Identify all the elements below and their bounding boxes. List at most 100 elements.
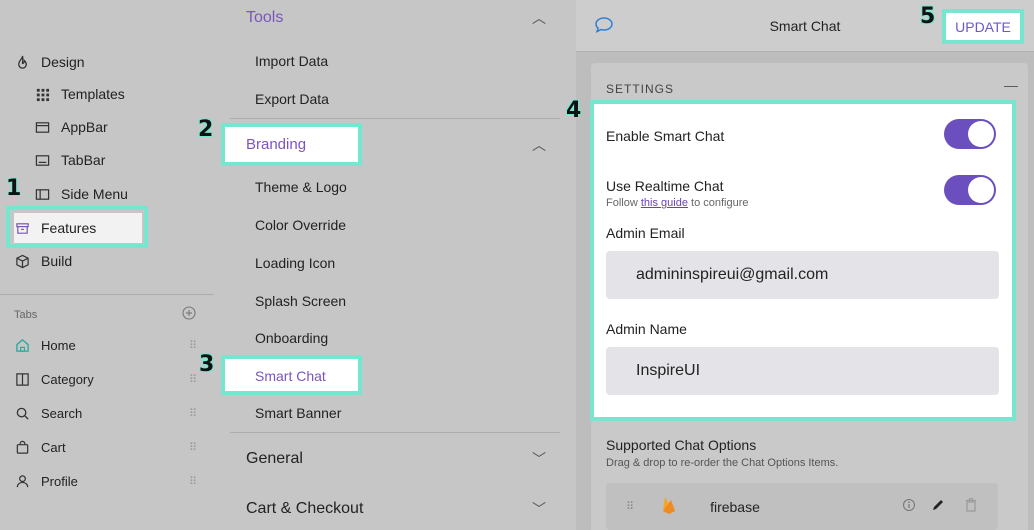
- section-cart-checkout[interactable]: Cart & Checkout ﹀: [246, 498, 546, 520]
- add-tab-icon[interactable]: [182, 306, 196, 323]
- nav-label: AppBar: [61, 119, 108, 135]
- chevron-up-icon[interactable]: ︿: [532, 135, 546, 155]
- section-title: Cart & Checkout: [246, 500, 364, 517]
- chat-option-label: firebase: [710, 498, 760, 515]
- drag-handle-icon[interactable]: ⠿: [626, 500, 634, 513]
- info-icon[interactable]: [902, 498, 916, 515]
- nav-item-templates[interactable]: Templates: [34, 79, 125, 109]
- menu-item-theme-logo[interactable]: Theme & Logo: [255, 179, 347, 195]
- drag-handle-icon[interactable]: ⠿: [189, 475, 197, 488]
- appbar-icon: [34, 119, 50, 135]
- divider: [0, 294, 214, 295]
- use-realtime-chat-label: Use Realtime Chat: [606, 178, 724, 194]
- menu-item-import-data[interactable]: Import Data: [255, 53, 328, 69]
- guide-link[interactable]: this guide: [641, 197, 688, 209]
- realtime-chat-hint: Follow this guide to configure: [606, 197, 749, 209]
- callout-number-5: 5: [920, 4, 936, 29]
- menu-item-export-data[interactable]: Export Data: [255, 91, 329, 107]
- firebase-icon: [662, 496, 676, 517]
- smart-chat-settings-box: Enable Smart Chat Use Realtime Chat Foll…: [590, 100, 1016, 421]
- hint-prefix: Follow: [606, 197, 638, 209]
- section-general[interactable]: General ﹀: [246, 448, 546, 470]
- supported-chat-options-hint: Drag & drop to re-order the Chat Options…: [606, 457, 839, 469]
- admin-email-label: Admin Email: [606, 225, 685, 241]
- flame-icon: [14, 54, 30, 70]
- section-title: General: [246, 450, 303, 467]
- callout-highlight-smart-chat: Smart Chat: [221, 355, 362, 395]
- enable-smart-chat-toggle[interactable]: [944, 119, 996, 149]
- category-icon: [14, 371, 30, 387]
- admin-name-label: Admin Name: [606, 321, 687, 337]
- section-title: Tools: [246, 9, 284, 26]
- nav-label: Templates: [61, 86, 125, 102]
- toggle-knob: [968, 121, 994, 147]
- drag-handle-icon[interactable]: ⠿: [189, 339, 197, 352]
- collapse-icon[interactable]: —: [1004, 77, 1018, 93]
- divider: [230, 118, 560, 119]
- home-icon: [14, 337, 30, 353]
- callout-number-4: 4: [566, 98, 582, 123]
- nav-label: Side Menu: [61, 186, 128, 202]
- user-icon: [14, 473, 30, 489]
- chevron-down-icon[interactable]: ﹀: [532, 499, 546, 519]
- admin-email-field[interactable]: admininspireui@gmail.com: [606, 251, 999, 299]
- settings-label: SETTINGS: [606, 82, 675, 96]
- nav-label: Design: [41, 54, 85, 70]
- tab-item-search[interactable]: Search ⠿: [14, 400, 197, 426]
- chevron-up-icon[interactable]: ︿: [532, 8, 546, 28]
- nav-label: Build: [41, 253, 73, 269]
- top-bar: Smart Chat UPDATE: [576, 0, 1034, 52]
- drag-handle-icon[interactable]: ⠿: [189, 373, 197, 386]
- callout-highlight-branding: Branding: [221, 123, 362, 166]
- tab-label: Home: [41, 337, 76, 353]
- menu-item-color-override[interactable]: Color Override: [255, 217, 346, 233]
- tabbar-icon: [34, 152, 50, 168]
- menu-item-onboarding[interactable]: Onboarding: [255, 330, 328, 346]
- admin-name-field[interactable]: InspireUI: [606, 347, 999, 395]
- tab-item-cart[interactable]: Cart ⠿: [14, 434, 197, 460]
- drag-handle-icon[interactable]: ⠿: [189, 441, 197, 454]
- tab-item-profile[interactable]: Profile ⠿: [14, 468, 197, 494]
- left-sidebar: Design Templates AppBar TabBar Side Menu…: [0, 0, 214, 530]
- drag-handle-icon[interactable]: ⠿: [189, 407, 197, 420]
- search-icon: [14, 405, 30, 421]
- branding-label: Branding: [246, 136, 307, 153]
- nav-item-design[interactable]: Design: [14, 47, 85, 77]
- tabs-label: Tabs: [14, 308, 38, 321]
- tab-label: Cart: [41, 439, 66, 455]
- cube-icon: [14, 253, 30, 269]
- tab-item-home[interactable]: Home ⠿: [14, 332, 197, 358]
- nav-item-appbar[interactable]: AppBar: [34, 112, 108, 142]
- sidemenu-icon: [34, 186, 50, 202]
- callout-highlight-features: [6, 206, 148, 248]
- enable-smart-chat-label: Enable Smart Chat: [606, 128, 725, 144]
- tab-label: Search: [41, 405, 83, 421]
- nav-label: TabBar: [61, 152, 106, 168]
- nav-item-side-menu[interactable]: Side Menu: [34, 179, 128, 209]
- menu-item-splash-screen[interactable]: Splash Screen: [255, 293, 346, 309]
- callout-number-2: 2: [198, 117, 214, 142]
- tab-item-category[interactable]: Category ⠿: [14, 366, 197, 392]
- use-realtime-chat-toggle[interactable]: [944, 175, 996, 205]
- supported-chat-options-title: Supported Chat Options: [606, 437, 757, 453]
- divider: [230, 432, 560, 433]
- section-tools[interactable]: Tools ︿: [246, 8, 546, 28]
- nav-item-tabbar[interactable]: TabBar: [34, 145, 105, 175]
- tabs-header: Tabs: [14, 306, 196, 323]
- callout-number-3: 3: [199, 352, 215, 377]
- cart-icon: [14, 439, 30, 455]
- chat-option-row[interactable]: ⠿ firebase: [606, 483, 998, 530]
- menu-item-smart-banner[interactable]: Smart Banner: [255, 405, 341, 421]
- trash-icon[interactable]: [964, 497, 978, 516]
- toggle-knob: [968, 177, 994, 203]
- callout-number-1: 1: [6, 176, 22, 201]
- update-button[interactable]: UPDATE: [942, 9, 1024, 44]
- edit-icon[interactable]: [930, 497, 946, 516]
- tab-label: Profile: [41, 473, 78, 489]
- chevron-down-icon[interactable]: ﹀: [532, 449, 546, 469]
- nav-item-build[interactable]: Build: [14, 246, 72, 276]
- feature-list-panel: Tools ︿ Import Data Export Data Branding…: [214, 0, 576, 530]
- hint-suffix: to configure: [691, 197, 749, 209]
- menu-item-loading-icon[interactable]: Loading Icon: [255, 255, 335, 271]
- smart-chat-label: Smart Chat: [255, 368, 326, 384]
